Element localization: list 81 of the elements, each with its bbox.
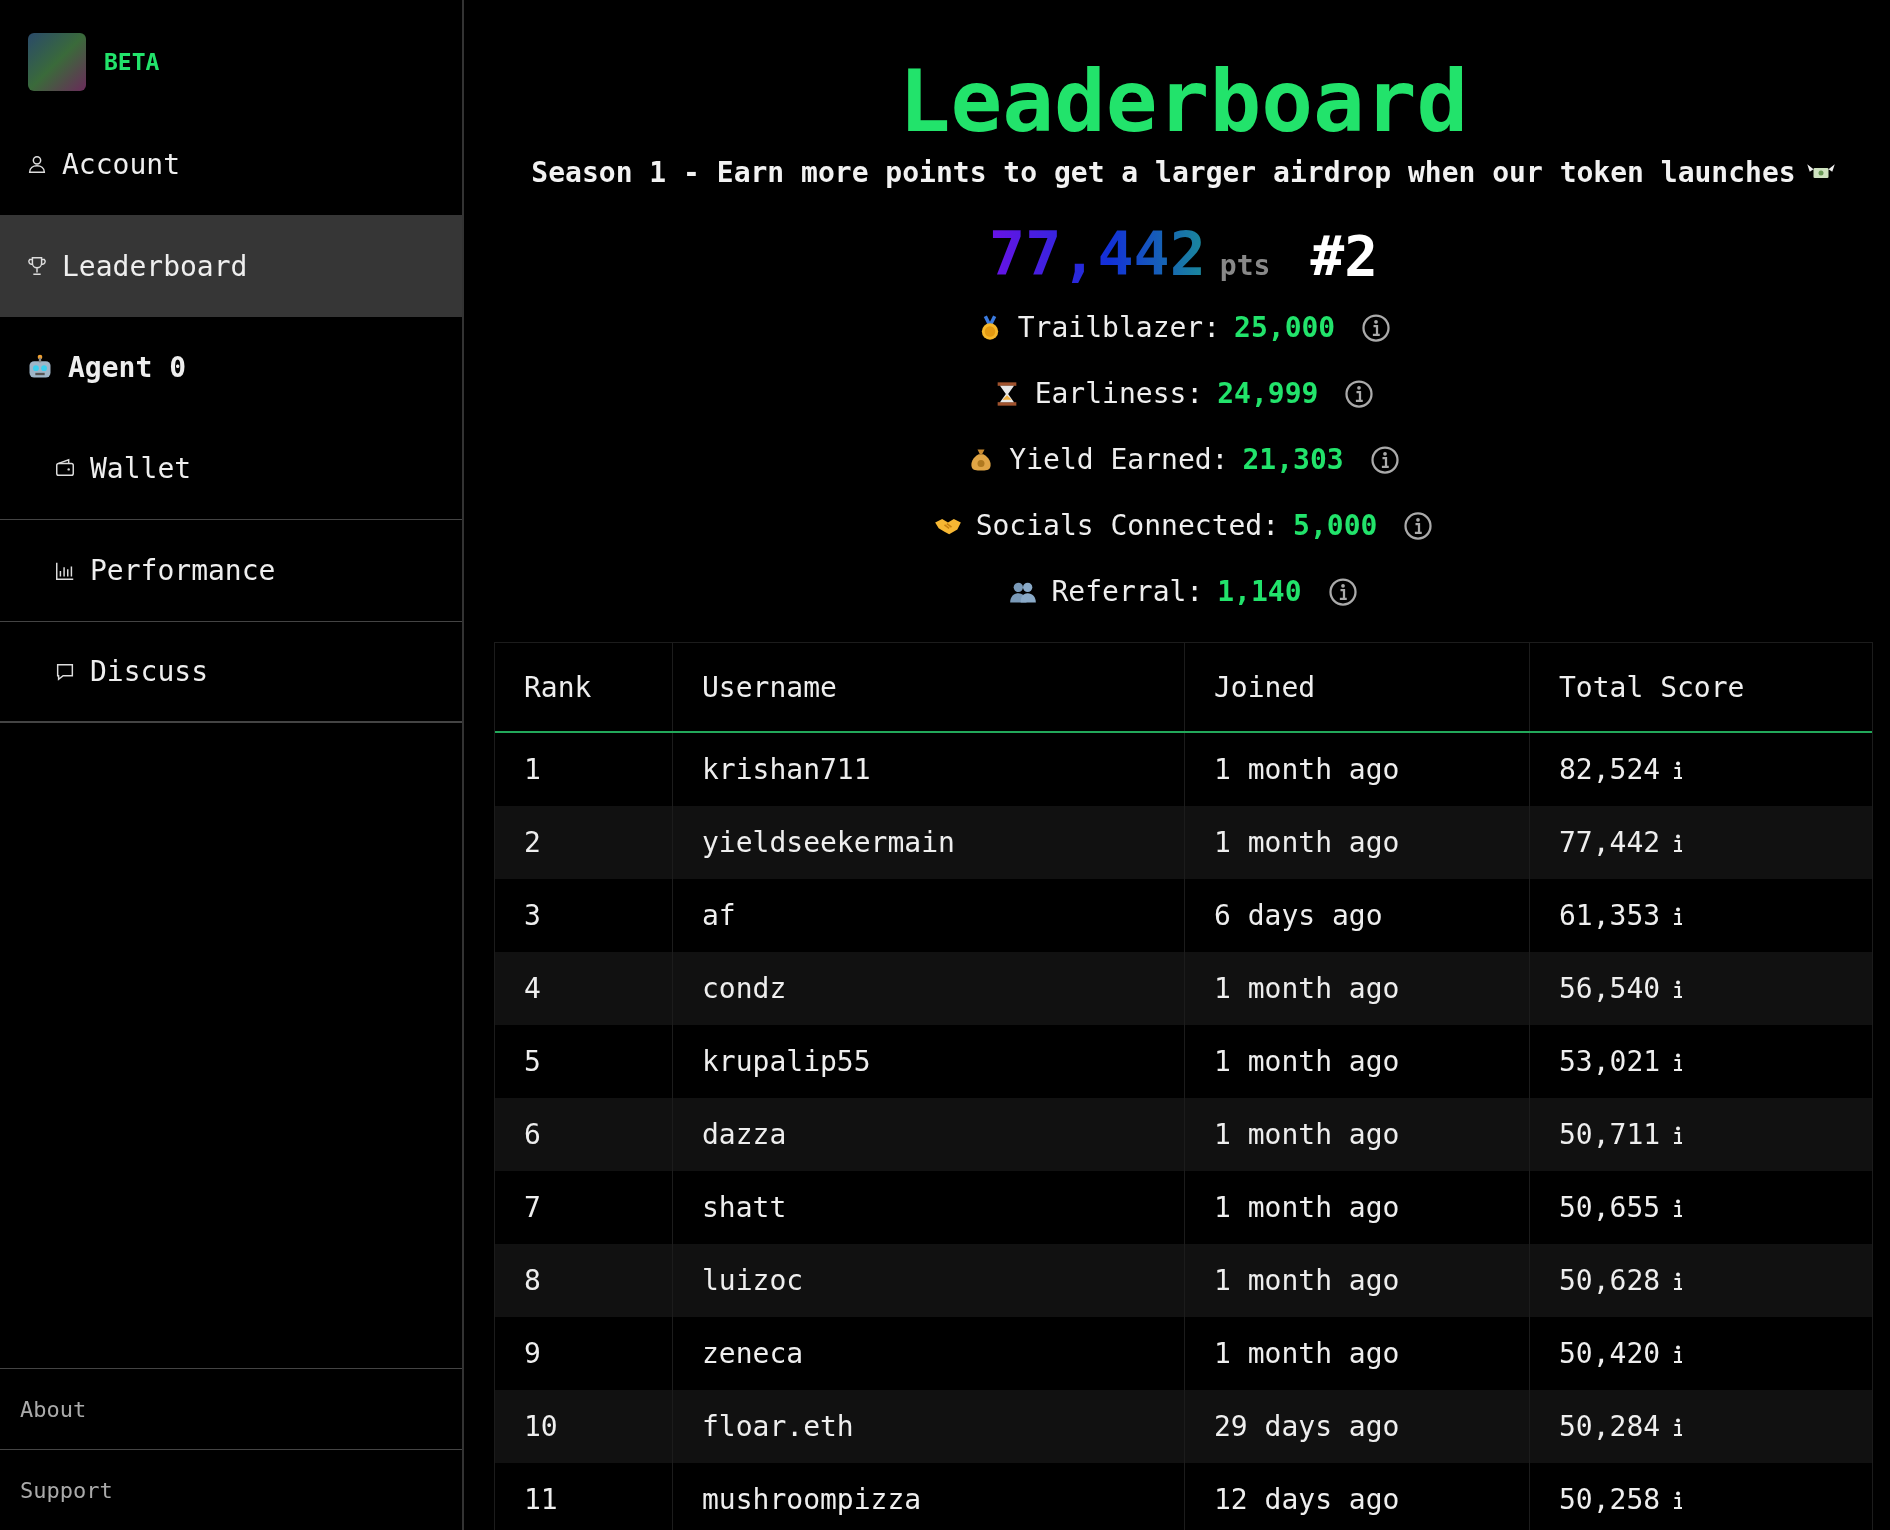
score-cell: 82,524 [1559,753,1661,786]
username-cell: dazza [672,1098,1184,1171]
score-category-value: 1,140 [1217,575,1302,608]
sidebar-item[interactable]: Account [0,113,462,215]
info-icon[interactable] [1674,833,1683,852]
info-icon[interactable] [1674,760,1683,779]
score-cell: 50,628 [1559,1264,1661,1297]
joined-cell: 12 days ago [1184,1463,1529,1530]
rank-cell-text: 3 [523,898,542,934]
score-category-value: 21,303 [1242,443,1344,476]
logo-image [28,33,86,91]
beta-label: BETA [104,49,160,75]
rank-cell-text: 1 [523,752,542,788]
info-icon[interactable] [1361,312,1392,343]
info-icon[interactable] [1674,1490,1683,1509]
rank-cell-text: 9 [523,1336,542,1372]
info-icon[interactable] [1403,510,1434,541]
info-icon[interactable] [1674,1198,1683,1217]
score-cell: 50,284 [1559,1410,1661,1443]
rank-cell-text: 10 [523,1409,559,1445]
rank-cell-text: 7 [523,1190,542,1226]
rank-cell-text: 8 [523,1263,542,1299]
column-header: Rank [523,669,593,706]
info-icon[interactable] [1674,1052,1683,1071]
username-cell: yieldseekermain [672,806,1184,879]
score-category-value: 5,000 [1293,509,1378,542]
rank-cell-text: 11 [523,1482,559,1518]
season-subtitle: Season 1 - Earn more points to get a larger airdrop when our token launches [531,156,1796,189]
joined-cell: 1 month ago [1184,952,1529,1025]
score-category-label: Trailblazer: [1017,311,1221,344]
sidebar-subitem[interactable]: Performance [0,519,462,621]
score-cell: 61,353 [1559,899,1661,932]
joined-cell: 1 month ago [1184,1244,1529,1317]
score-cell: 50,420 [1559,1337,1661,1370]
column-header: Username [672,643,1184,731]
joined-cell: 29 days ago [1184,1390,1529,1463]
sidebar-subitem[interactable]: Discuss [0,621,462,723]
username-cell: mushroompizza [672,1463,1184,1530]
username-cell: floar.eth [672,1390,1184,1463]
rank-cell-text: 2 [523,825,542,861]
info-icon[interactable] [1327,576,1358,607]
sidebar-section-heading[interactable]: Agent 0 [0,317,462,417]
score-cell: 50,258 [1559,1483,1661,1516]
rank-cell-text: 6 [523,1117,542,1153]
score-category-label: Yield Earned: [1009,443,1229,476]
username-cell: condz [672,952,1184,1025]
joined-cell: 1 month ago [1184,1098,1529,1171]
sidebar-subitem[interactable]: Wallet [0,417,462,519]
column-header: Total Score [1529,643,1872,731]
page-title: Leaderboard [898,58,1469,144]
points-unit: pts [1219,249,1271,282]
info-icon[interactable] [1674,1125,1683,1144]
info-icon[interactable] [1369,444,1400,475]
info-icon[interactable] [1674,906,1683,925]
score-cell: 50,711 [1559,1118,1661,1151]
rank-cell-text: 4 [523,971,542,1007]
score-category-value: 24,999 [1217,377,1319,410]
info-icon[interactable] [1674,1344,1683,1363]
score-cell: 56,540 [1559,972,1661,1005]
score-category-label: Referral: [1051,575,1204,608]
rank-value: #2 [1310,223,1378,288]
info-icon[interactable] [1674,1417,1683,1436]
wallet-icon [54,457,76,479]
score-cell: 50,655 [1559,1191,1661,1224]
score-cell: 77,442 [1559,826,1661,859]
username-cell: luizoc [672,1244,1184,1317]
score-cell: 53,021 [1559,1045,1661,1078]
info-icon[interactable] [1674,979,1683,998]
footer-link[interactable]: Support [0,1449,462,1530]
score-category-value: 25,000 [1234,311,1336,344]
info-icon[interactable] [1674,1271,1683,1290]
column-header: Joined [1184,643,1529,731]
score-category-label: Earliness: [1034,377,1204,410]
rank-cell-text: 5 [523,1044,542,1080]
trophy-icon [26,255,48,277]
info-icon[interactable] [1344,378,1375,409]
person-icon [26,153,48,175]
sidebar-item[interactable]: Leaderboard [0,215,462,317]
score-category-label: Socials Connected: [975,509,1280,542]
footer-link[interactable]: About [0,1368,462,1449]
joined-cell: 1 month ago [1184,806,1529,879]
